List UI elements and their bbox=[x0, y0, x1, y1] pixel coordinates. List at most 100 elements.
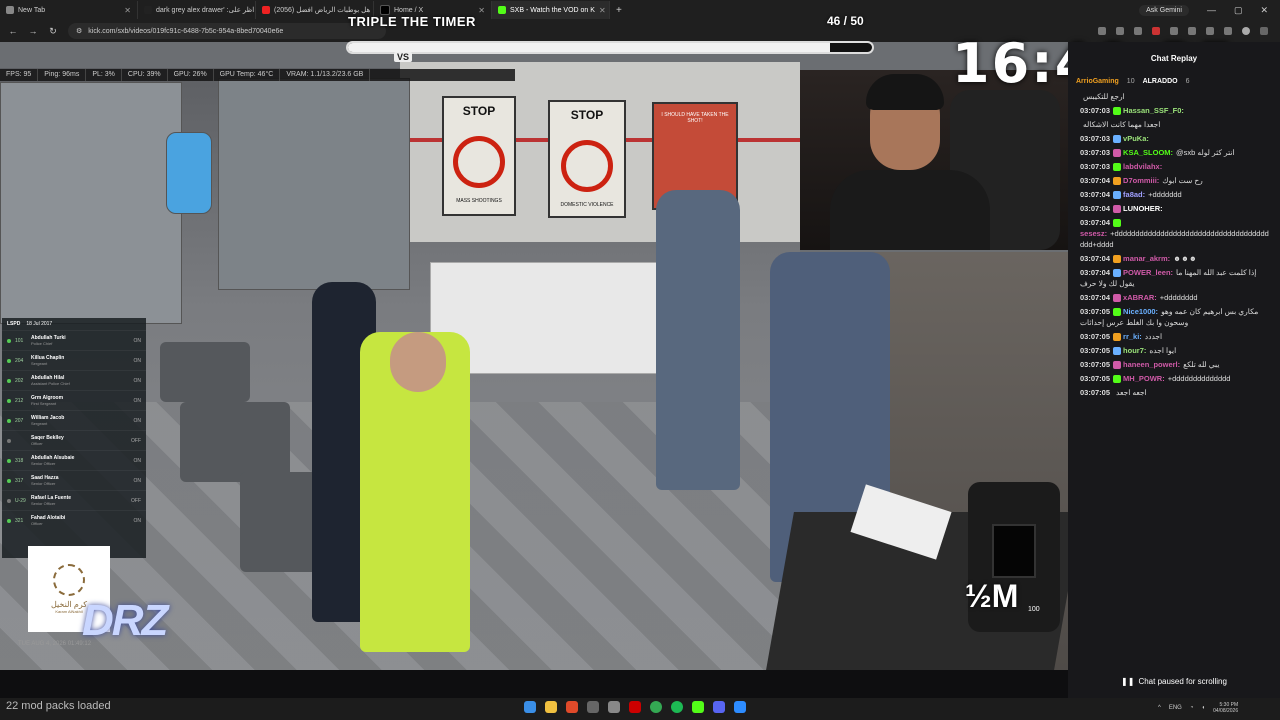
chat-timestamp: 03:07:04 bbox=[1080, 190, 1111, 199]
chat-username[interactable]: haneen_powerl: bbox=[1123, 360, 1180, 369]
chat-text: +ddddddd bbox=[1148, 190, 1182, 199]
shelf bbox=[218, 78, 410, 290]
chat-text: +ddddddddddddddddddddddddddddddddddddddd… bbox=[1080, 229, 1269, 249]
status-dot-icon bbox=[7, 378, 11, 383]
sub-badge-icon bbox=[1113, 361, 1122, 370]
chat-timestamp: 03:07:05 bbox=[1080, 360, 1111, 369]
system-tray: ^ ENG ◔ ◖ 5:30 PM 04/08/2026 bbox=[1158, 702, 1238, 714]
status-dot-icon bbox=[7, 398, 11, 403]
file-explorer-icon[interactable] bbox=[545, 701, 557, 713]
new-tab-button[interactable]: + bbox=[610, 5, 628, 16]
badge-number: 202 bbox=[15, 377, 24, 384]
app-icon[interactable] bbox=[587, 701, 599, 713]
back-button[interactable]: ← bbox=[8, 26, 18, 36]
chrome-icon[interactable] bbox=[650, 701, 662, 713]
menu-icon[interactable] bbox=[1260, 27, 1268, 35]
reload-button[interactable]: ↻ bbox=[48, 26, 58, 37]
chat-message: ارجع للتكيبس bbox=[1068, 90, 1280, 104]
spotify-icon[interactable] bbox=[671, 701, 683, 713]
officer-rank: Police Chief bbox=[31, 341, 53, 346]
tab-favicon-icon bbox=[6, 6, 14, 14]
chat-message: 03:07:03 Hassan_SSF_F0: bbox=[1068, 104, 1280, 118]
tab-kick-vod[interactable]: SXB - Watch the VOD on K ✕ bbox=[492, 1, 610, 19]
chat-username[interactable]: labdvilahx: bbox=[1123, 162, 1162, 171]
chat-timestamp: 03:07:04 bbox=[1080, 254, 1111, 263]
wifi-icon[interactable]: ◔ bbox=[1190, 705, 1194, 711]
chat-username[interactable]: D7ommiii: bbox=[1123, 176, 1159, 185]
chat-username[interactable]: vPuKa: bbox=[1123, 134, 1149, 143]
score-readout: 100 bbox=[1028, 606, 1040, 613]
officer-status: ON bbox=[133, 377, 142, 384]
chat-username[interactable]: KSA_SLOOM: bbox=[1123, 148, 1173, 157]
chat-text: @sxb انتر كثر لوله bbox=[1176, 148, 1235, 157]
app-icon[interactable] bbox=[608, 701, 620, 713]
status-dot-icon bbox=[7, 338, 11, 343]
challenge-title: TRIPLE THE TIMER bbox=[348, 14, 476, 29]
tab-search[interactable]: dark grey alex drawer' :اظر على✕ bbox=[138, 1, 256, 19]
browser-tab-bar: New Tab ✕ dark grey alex drawer' :اظر على… bbox=[0, 0, 1280, 20]
badge-number: 317 bbox=[15, 477, 24, 484]
chat-username[interactable]: MH_POWR: bbox=[1123, 374, 1165, 383]
top-user[interactable]: ALRADDO bbox=[1143, 78, 1178, 85]
poster-title: STOP bbox=[570, 108, 604, 122]
minimize-button[interactable]: — bbox=[1207, 5, 1216, 15]
roster-row: 202 Abdullah Hilal Assistant Police Chief O… bbox=[2, 370, 146, 390]
app-icon[interactable] bbox=[629, 701, 641, 713]
poster-caption: MASS SHOOTINGS bbox=[456, 198, 502, 204]
badge-number: 204 bbox=[15, 357, 24, 364]
site-info-icon[interactable]: ⚙ bbox=[76, 27, 82, 35]
chat-messages[interactable]: ارجع للتكيبس 03:07:03 Hassan_SSF_F0: اجعدا … bbox=[1068, 90, 1280, 400]
officer-rank: Senior Officer bbox=[31, 481, 56, 486]
chat-username[interactable]: Nice1000: bbox=[1123, 307, 1158, 316]
challenge-counter: 46 / 50 bbox=[827, 14, 864, 28]
close-tab-icon[interactable]: ✕ bbox=[124, 6, 131, 15]
roster-row: 204 Killua Chaplin Sergeant ON bbox=[2, 350, 146, 370]
chat-username[interactable]: Hassan_SSF_F0: bbox=[1123, 106, 1184, 115]
chat-username[interactable]: rr_ki: bbox=[1123, 332, 1142, 341]
chat-timestamp: 03:07:03 bbox=[1080, 134, 1111, 143]
brave-icon[interactable] bbox=[566, 701, 578, 713]
status-dot-icon bbox=[7, 358, 11, 363]
profile-avatar[interactable] bbox=[1242, 27, 1250, 35]
chat-timestamp: 03:07:05 bbox=[1080, 388, 1111, 397]
discord-icon[interactable] bbox=[713, 701, 725, 713]
ask-gemini-button[interactable]: Ask Gemini bbox=[1139, 4, 1189, 16]
chat-username[interactable]: hour7: bbox=[1123, 346, 1146, 355]
chat-message: اجعدا مهما كانت الاشكاله bbox=[1068, 118, 1280, 132]
tab-new-tab[interactable]: New Tab ✕ bbox=[0, 1, 138, 19]
clock-tray[interactable]: 5:30 PM 04/08/2026 bbox=[1213, 702, 1238, 714]
chat-username[interactable]: xABRAR: bbox=[1123, 293, 1157, 302]
start-icon[interactable] bbox=[524, 701, 536, 713]
tab-favicon-icon bbox=[262, 6, 270, 14]
sub-badge-icon bbox=[1113, 333, 1122, 342]
maximize-button[interactable]: ▢ bbox=[1234, 5, 1243, 16]
chat-username[interactable]: POWER_leen: bbox=[1123, 268, 1173, 277]
poster-stop-shootings: STOP MASS SHOOTINGS bbox=[442, 96, 516, 216]
chat-username[interactable]: manar_akrm: bbox=[1123, 254, 1170, 263]
tab-favicon-icon bbox=[144, 6, 152, 14]
chat-paused-banner[interactable]: ❚❚ Chat paused for scrolling bbox=[1068, 672, 1280, 690]
close-tab-icon[interactable]: ✕ bbox=[478, 6, 485, 15]
status-dot-icon bbox=[7, 458, 11, 463]
volume-icon[interactable]: ◖ bbox=[1201, 705, 1205, 711]
top-user[interactable]: ArrioGaming bbox=[1076, 78, 1119, 85]
chat-message: 03:07:05 rr_ki: اجددد bbox=[1068, 330, 1280, 344]
address-bar[interactable]: ⚙ kick.com/sxb/videos/019fc91c-6488-7b5c… bbox=[68, 23, 386, 39]
chat-username[interactable]: sesesz: bbox=[1080, 229, 1107, 238]
chevron-up-icon[interactable]: ^ bbox=[1158, 705, 1161, 711]
chat-message: 03:07:05 hour7: ايوا اجده bbox=[1068, 344, 1280, 358]
chat-message: 03:07:04 manar_akrm: ☻☻☻ bbox=[1068, 252, 1280, 266]
close-window-button[interactable]: ✕ bbox=[1260, 5, 1268, 16]
status-dot-icon bbox=[7, 438, 11, 443]
officer-status: ON bbox=[133, 397, 142, 404]
chat-username[interactable]: LUNOHER: bbox=[1123, 204, 1163, 213]
chat-username[interactable]: fa8ad: bbox=[1123, 190, 1145, 199]
poster-caption: DOMESTIC VIOLENCE bbox=[560, 202, 614, 208]
app-icon[interactable] bbox=[734, 701, 746, 713]
chat-message: 03:07:05 اجعه اجعد bbox=[1068, 386, 1280, 400]
close-tab-icon[interactable]: ✕ bbox=[599, 6, 606, 15]
officer-status: ON bbox=[133, 457, 142, 464]
language-indicator[interactable]: ENG bbox=[1169, 705, 1182, 711]
kick-icon[interactable] bbox=[692, 701, 704, 713]
forward-button[interactable]: → bbox=[28, 26, 38, 36]
